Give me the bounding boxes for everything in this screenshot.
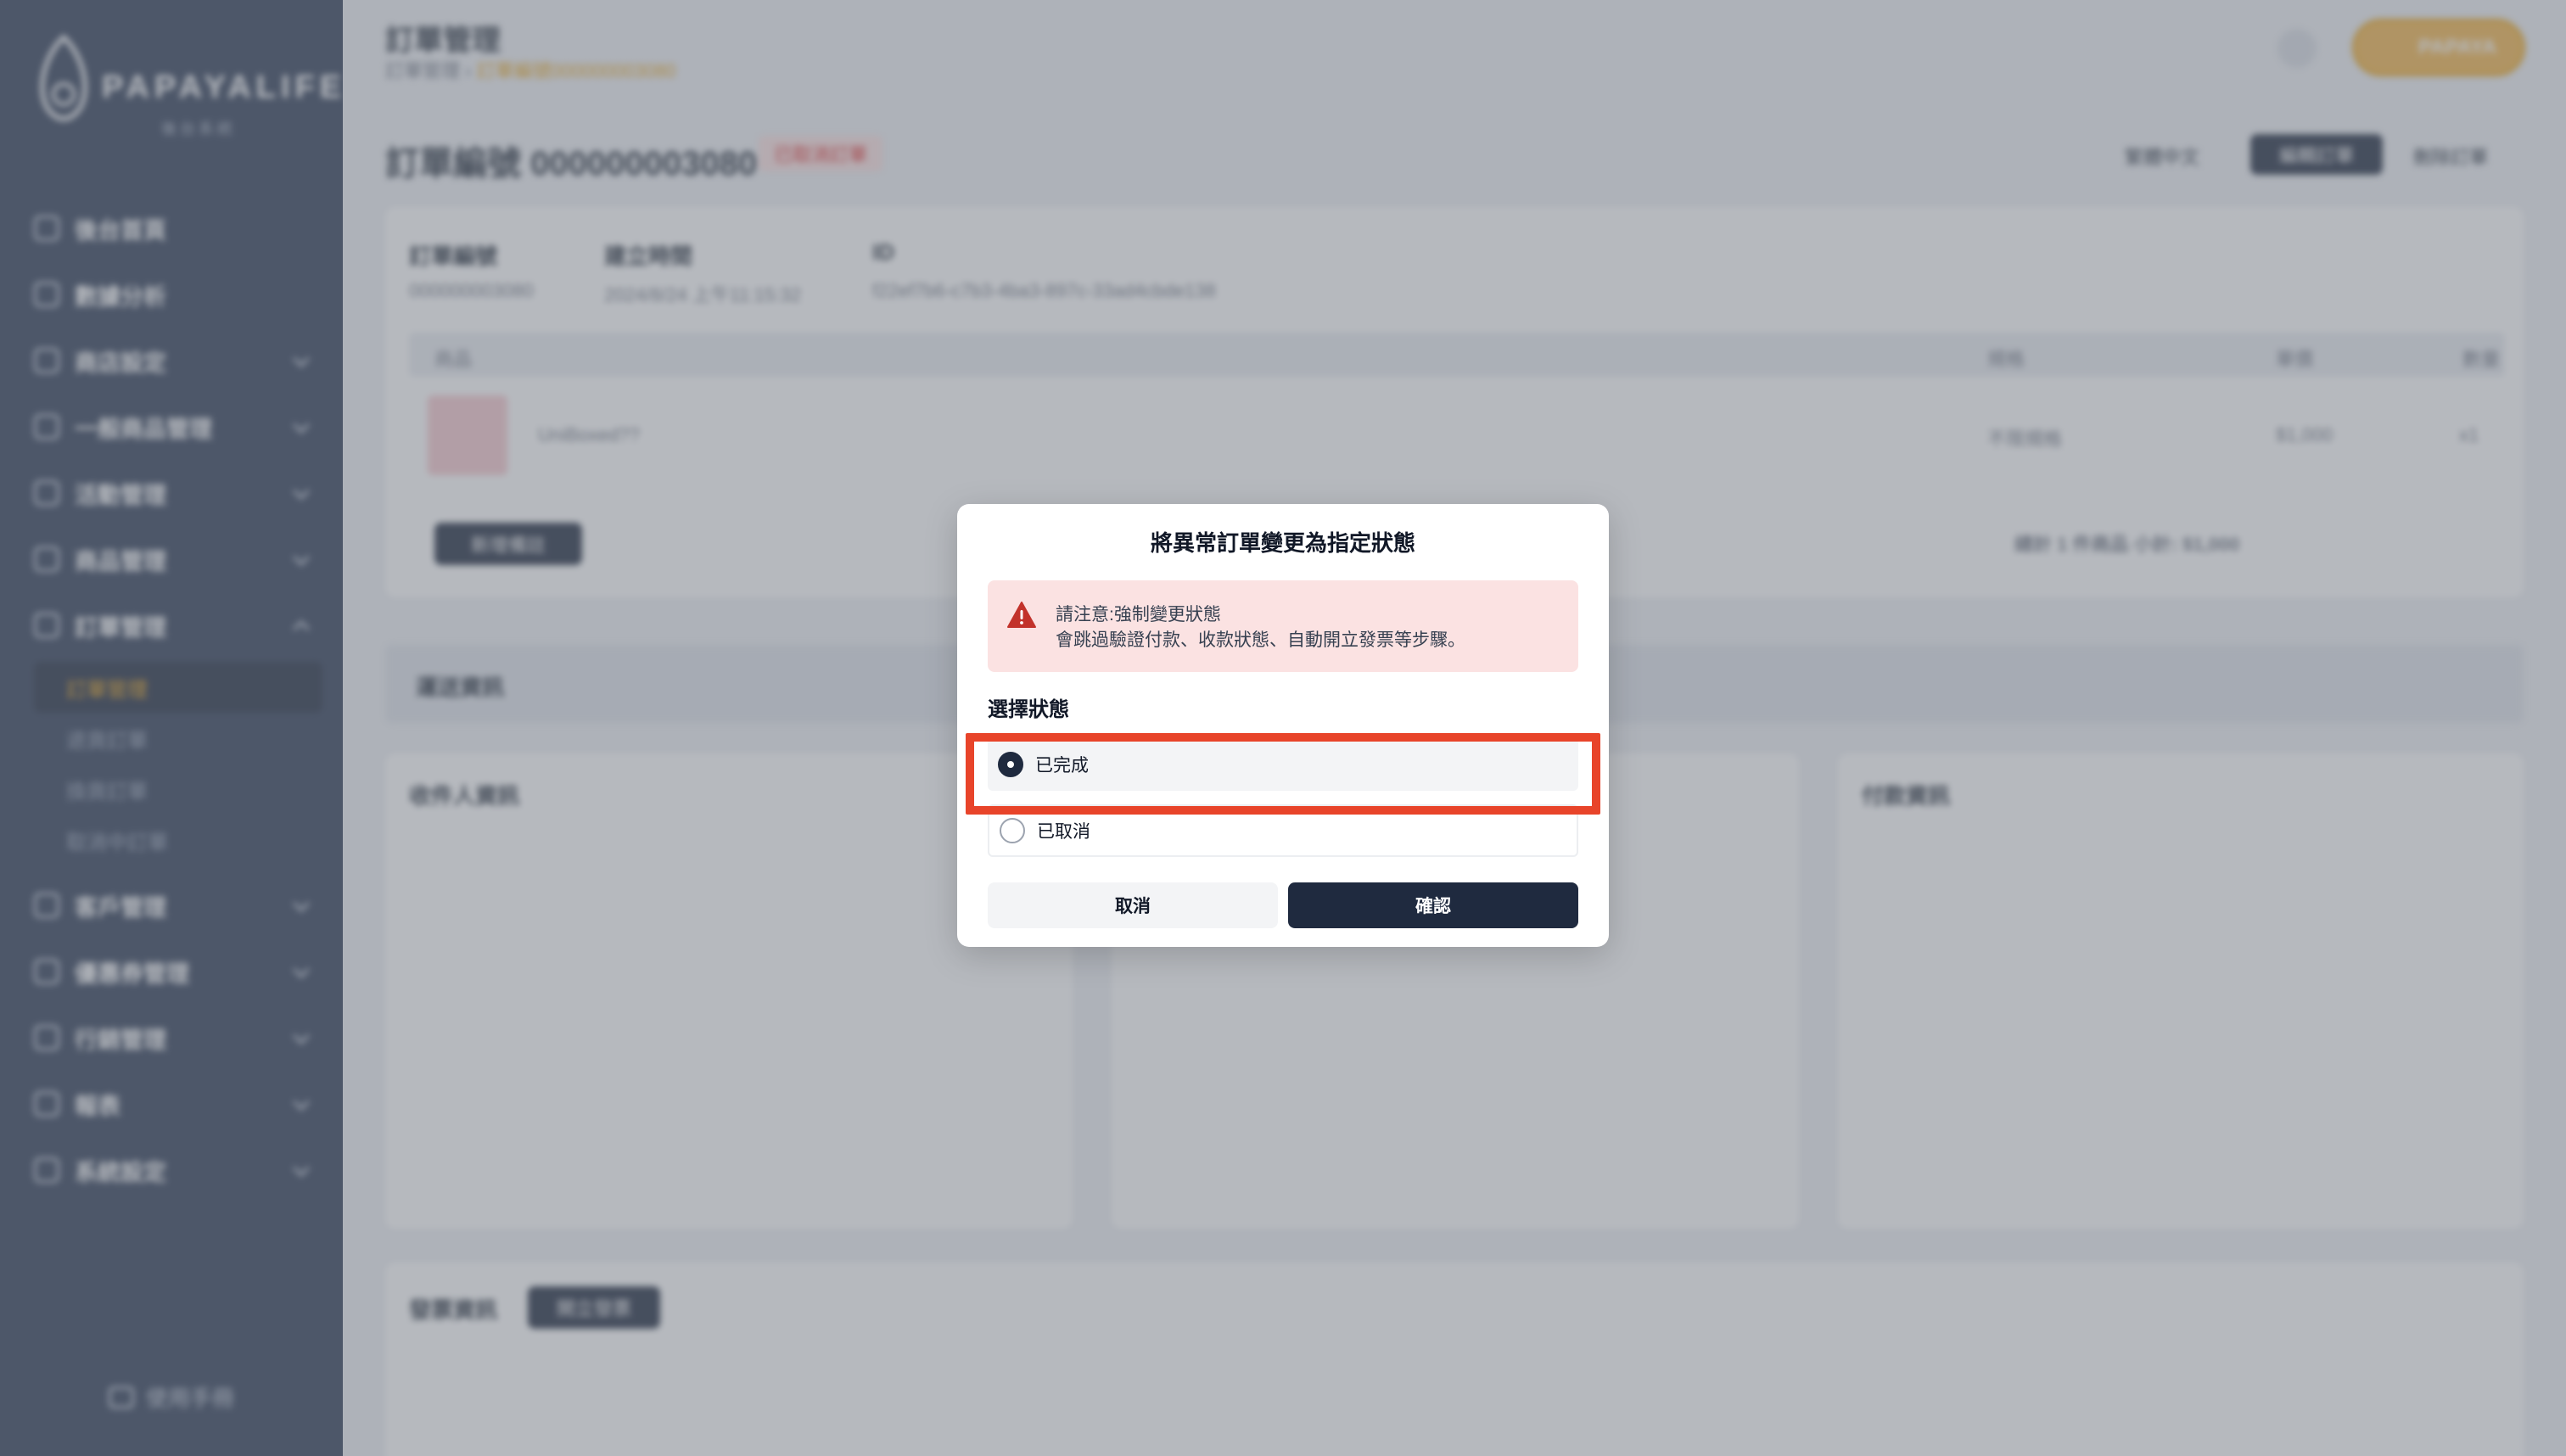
warning-icon bbox=[1007, 602, 1036, 628]
warning-alert: 請注意:強制變更狀態 會跳過驗證付款、收款狀態、自動開立發票等步驟。 bbox=[988, 580, 1578, 672]
select-status-label: 選擇狀態 bbox=[988, 698, 1069, 721]
warning-body: 會跳過驗證付款、收款狀態、自動開立發票等步驟。 bbox=[1056, 630, 1465, 650]
option-label: 已取消 bbox=[1037, 822, 1090, 842]
dialog-title: 將異常訂單變更為指定狀態 bbox=[1150, 530, 1415, 556]
radio-button[interactable] bbox=[1000, 818, 1025, 843]
confirm-button[interactable]: 確認 bbox=[1288, 882, 1578, 928]
change-status-dialog: 將異常訂單變更為指定狀態 請注意:強制變更狀態 會跳過驗證付款、收款狀態、自動開… bbox=[957, 504, 1609, 947]
cancel-button[interactable]: 取消 bbox=[988, 882, 1278, 928]
warning-title: 請注意:強制變更狀態 bbox=[1056, 605, 1221, 624]
selection-highlight-frame bbox=[966, 733, 1600, 815]
